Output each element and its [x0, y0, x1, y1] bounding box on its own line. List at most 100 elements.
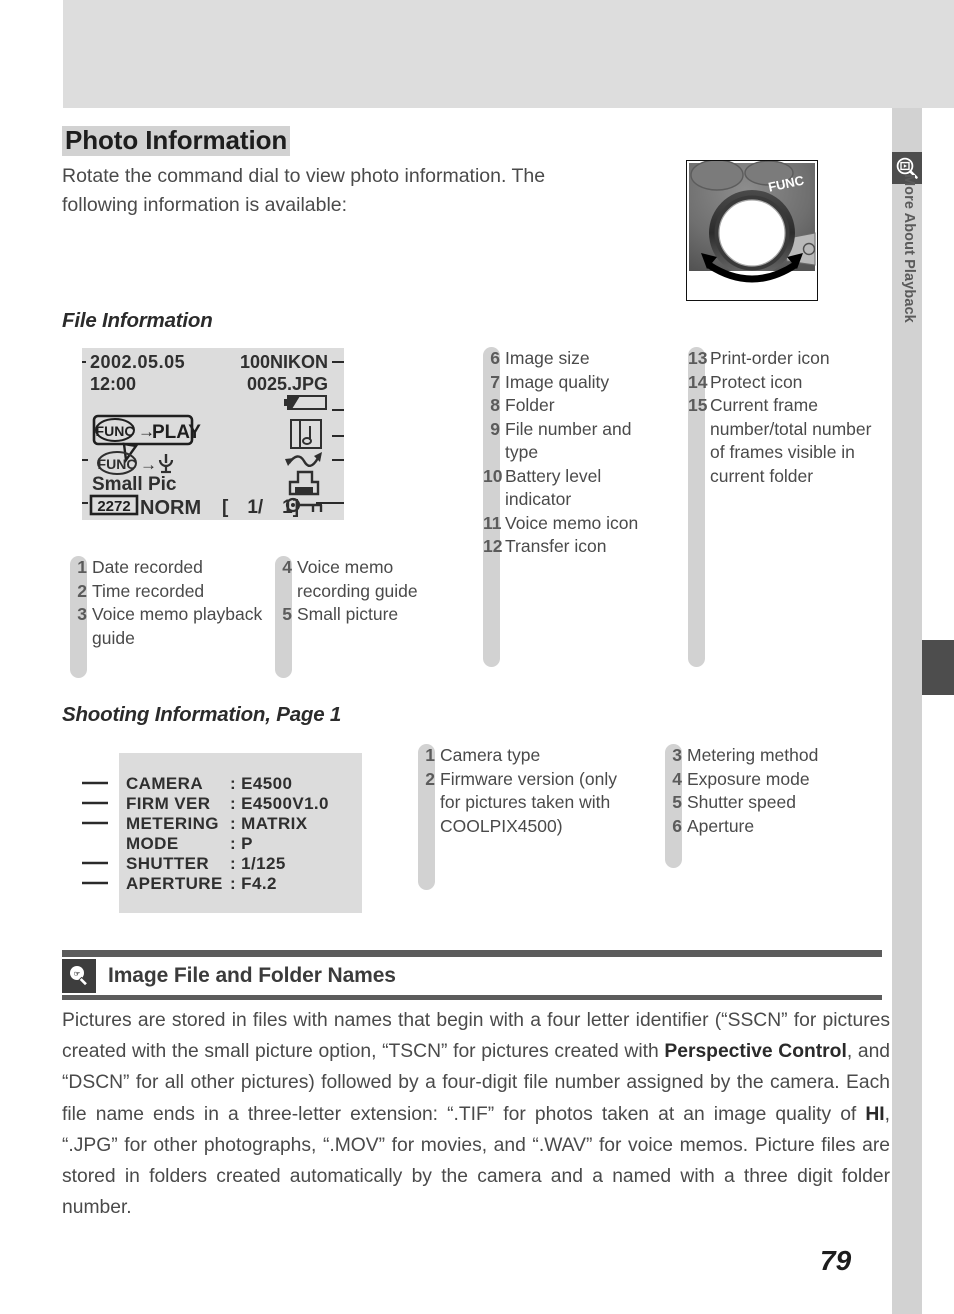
item-number: 1	[425, 745, 435, 765]
item-number: 13	[688, 348, 708, 368]
tip-rule-bottom	[62, 995, 882, 1000]
lightbulb-tip-icon: ☞	[62, 959, 96, 993]
list-item: 7 Image quality	[483, 371, 668, 395]
item-number: 9	[490, 418, 500, 439]
lcd-row-value: : P	[230, 834, 253, 853]
shooting-information-heading: Shooting Information, Page 1	[62, 703, 342, 726]
item-number: 7	[490, 371, 500, 392]
list-item: 2 Time recorded	[70, 580, 270, 604]
lcd-row-label: METERING	[126, 814, 219, 833]
item-number: 5	[282, 604, 292, 624]
item-number: 3	[672, 745, 682, 765]
item-label: Folder	[505, 395, 555, 415]
list-item: 5 Shutter speed	[665, 791, 890, 815]
lcd-file-information-display: 2002.05.05 12:00 100NIKON 0025.JPG FUNC …	[82, 348, 344, 520]
lcd-row-value: : F4.2	[230, 874, 277, 893]
shooting-info-list-column-2: 3 Metering method 4 Exposure mode 5 Shut…	[665, 744, 890, 868]
item-label: Voice memo playback guide	[92, 604, 263, 648]
section-intro-text: Rotate the command dial to view photo in…	[62, 165, 546, 216]
file-info-list-column-2: 4 Voice memo recording guide 5 Small pic…	[275, 556, 460, 678]
lcd-date: 2002.05.05	[90, 352, 185, 372]
lcd-row-value: : E4500V1.0	[230, 794, 329, 813]
tip-header: ☞ Image File and Folder Names	[62, 957, 882, 995]
item-label: Current frame number/total number of fra…	[710, 395, 872, 486]
list-item: 8 Folder	[483, 394, 668, 418]
lcd-image-size: 2272	[89, 494, 139, 516]
list-item: 14 Protect icon	[688, 371, 888, 395]
item-number: 4	[672, 768, 682, 789]
item-number: 6	[672, 815, 682, 836]
item-label: Aperture	[687, 815, 755, 836]
list-item: 1 Camera type	[418, 744, 628, 768]
camera-dial-illustration: FUNC	[686, 160, 818, 301]
item-number: 15	[688, 395, 708, 415]
svg-text:FUNC: FUNC	[98, 456, 137, 472]
lcd-row-value: : E4500	[230, 774, 292, 793]
item-label: Image size	[505, 348, 590, 368]
item-number: 1	[77, 557, 87, 577]
page-title-wrap: Photo Information	[62, 125, 291, 157]
shooting-info-items-1: 1 Camera type 2 Firmware version (only f…	[418, 744, 628, 838]
file-info-list-column-4: 13 Print-order icon 14 Protect icon 15 C…	[688, 347, 888, 667]
item-label: Firmware version (only for pictures take…	[440, 768, 617, 836]
lcd-quality: NORM	[140, 497, 201, 519]
lcd-row-label: MODE	[126, 834, 179, 853]
tip-title: Image File and Folder Names	[108, 964, 396, 987]
item-label: Voice memo icon	[505, 512, 639, 533]
item-label: Camera type	[440, 745, 541, 765]
edge-tab-marker	[922, 640, 954, 695]
list-item: 5 Small picture	[275, 603, 460, 627]
file-info-items-3: 6 Image size 7 Image quality 8 Folder 9 …	[483, 347, 668, 559]
item-number: 12	[483, 536, 503, 556]
item-label: Time recorded	[92, 580, 205, 601]
lcd-shooting-information-display: CAMERA : E4500 FIRM VER : E4500V1.0 METE…	[78, 753, 382, 913]
tip-body-text: Pictures are stored in files with names …	[62, 1005, 890, 1223]
list-item: 6 Aperture	[665, 815, 890, 839]
side-tab-label: More About Playback	[901, 174, 917, 323]
item-number: 8	[490, 395, 500, 415]
file-info-items-1: 1 Date recorded 2 Time recorded 3 Voice …	[70, 556, 270, 650]
item-label: Voice memo recording guide	[297, 557, 418, 601]
file-info-items-2: 4 Voice memo recording guide 5 Small pic…	[275, 556, 460, 627]
list-item: 4 Voice memo recording guide	[275, 556, 460, 603]
item-label: Image quality	[505, 371, 610, 392]
item-label: Protect icon	[710, 371, 803, 392]
list-item: 10 Battery level indicator	[483, 465, 668, 512]
tip-body-bold-1: Perspective Control	[664, 1041, 847, 1063]
list-item: 15 Current frame number/total number of …	[688, 394, 888, 488]
lcd-small-pic: Small Pic	[92, 474, 177, 495]
list-item: 1 Date recorded	[70, 556, 270, 580]
svg-text:☞: ☞	[74, 971, 80, 978]
list-item: 12 Transfer icon	[483, 535, 668, 559]
item-number: 14	[688, 371, 708, 392]
lcd-row-label: CAMERA	[126, 774, 203, 793]
lcd-frame-counter: [ 1/ 1]	[222, 497, 299, 518]
item-number: 4	[282, 557, 292, 577]
item-label: Battery level indicator	[505, 465, 602, 510]
svg-text:→: →	[140, 455, 157, 474]
svg-text:FUNC: FUNC	[96, 423, 135, 439]
lcd-row-value: : MATRIX	[230, 814, 308, 833]
item-number: 3	[77, 604, 87, 624]
top-gray-band	[63, 0, 954, 108]
lcd-folder: 100NIKON	[240, 352, 328, 372]
tip-rule-top	[62, 950, 882, 957]
shooting-info-list-column-1: 1 Camera type 2 Firmware version (only f…	[418, 744, 628, 890]
tip-box: ☞ Image File and Folder Names	[62, 950, 882, 1000]
list-item: 13 Print-order icon	[688, 347, 888, 371]
lcd-row-label: FIRM VER	[126, 794, 210, 813]
side-tab[interactable]: More About Playback	[892, 152, 922, 452]
svg-text:2272: 2272	[97, 498, 130, 515]
lcd-time: 12:00	[90, 374, 136, 394]
item-label: Small picture	[297, 604, 399, 624]
svg-text:PLAY: PLAY	[152, 422, 201, 443]
item-number: 6	[490, 348, 500, 368]
lcd-row-label: APERTURE	[126, 874, 223, 893]
page-title: Photo Information	[62, 125, 291, 157]
list-item: 3 Metering method	[665, 744, 890, 768]
item-number: 11	[483, 512, 502, 533]
item-label: Exposure mode	[687, 768, 810, 789]
item-label: File number and type	[505, 418, 632, 463]
tip-body-bold-2: HI	[865, 1103, 885, 1125]
file-info-items-4: 13 Print-order icon 14 Protect icon 15 C…	[688, 347, 888, 488]
